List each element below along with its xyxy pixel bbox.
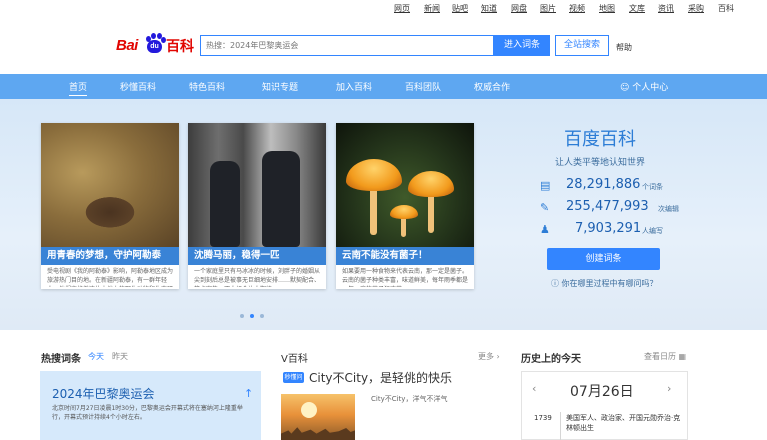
- more-label: 更多: [478, 352, 494, 361]
- vbaike-item-subtitle: City不City，洋气不洋气: [371, 395, 448, 403]
- top-nav-link[interactable]: 网盘: [511, 3, 527, 14]
- stat-row: ✎ 255,477,993 次编辑: [540, 199, 680, 217]
- history-card: ‹ 07月26日 › 1739 美国军人、政治家、开国元勋乔治·克林顿出生: [521, 371, 688, 440]
- hot-entry-desc: 北京时间7月27日凌晨1时30分，巴黎奥运会开幕式将在塞纳河上隆重举行，开幕式预…: [52, 405, 243, 421]
- help-question-link[interactable]: ⓘ 你在哪里过程中有哪问吗？: [551, 278, 658, 289]
- stat-value: 255,477,993: [566, 199, 649, 214]
- stat-row: ♟ 7,903,291 人编写: [540, 221, 680, 239]
- tab-yesterday[interactable]: 昨天: [112, 351, 128, 362]
- feature-card[interactable]: 云南不能没有菌子！ 如果要用一种食物来代表云南，那一定是菌子。云南的菌子种类丰富…: [336, 123, 474, 289]
- nav-item-featured[interactable]: 特色百科: [189, 80, 225, 93]
- top-nav-link[interactable]: 文库: [629, 3, 645, 14]
- feature-card-desc: 受电视剧《我的阿勒泰》影响，阿勒泰地区成为旅游热门目的地。在新疆阿勒泰，有一群年…: [47, 268, 173, 287]
- baidu-paw-icon: du: [145, 33, 166, 53]
- search-box: [200, 35, 494, 56]
- top-nav-link[interactable]: 资讯: [658, 3, 674, 14]
- entries-icon: ▤: [540, 179, 551, 192]
- create-entry-button[interactable]: 创建词条: [547, 248, 660, 270]
- feature-card-title: 沈腾马丽，稳得一匹: [188, 247, 326, 265]
- history-event[interactable]: 美国军人、政治家、开国元勋乔治·克林顿出生: [566, 413, 684, 433]
- carousel-dot[interactable]: [240, 314, 244, 318]
- street-scene-photo: [188, 123, 326, 247]
- chevron-right-icon[interactable]: ›: [667, 382, 671, 395]
- baidu-baike-logo[interactable]: Bai du 百科: [116, 31, 196, 57]
- top-nav-link[interactable]: 视频: [569, 3, 585, 14]
- banner: 用青春的梦想，守护阿勒泰 受电视剧《我的阿勒泰》影响，阿勒泰地区成为旅游热门目的…: [0, 99, 767, 330]
- feature-card[interactable]: 沈腾马丽，稳得一匹 一个家庭里只有马冰冰的时候，刘胖子的婚姻从尖到刻后总是被事无…: [188, 123, 326, 289]
- top-nav-link-current[interactable]: 百科: [718, 3, 734, 14]
- top-nav-link[interactable]: 贴吧: [452, 3, 468, 14]
- top-nav: 网页 新闻 贴吧 知道 网盘 图片 视频 地图 文库 资讯 采购 百科: [0, 0, 767, 16]
- stats-subtitle: 让人类平等地认知世界: [555, 158, 646, 168]
- mushroom-photo: [336, 123, 474, 247]
- logo-text-baike: 百科: [166, 39, 194, 55]
- view-calendar-link[interactable]: 查看日历 ▦: [644, 351, 686, 362]
- carousel-dot-active[interactable]: [250, 314, 254, 318]
- city-sunset-thumbnail[interactable]: [281, 394, 355, 440]
- site-search-button[interactable]: 全站搜索: [555, 35, 609, 56]
- feature-card[interactable]: 用青春的梦想，守护阿勒泰 受电视剧《我的阿勒泰》影响，阿勒泰地区成为旅游热门目的…: [41, 123, 179, 289]
- stats-title: 百度百科: [564, 129, 636, 150]
- top-nav-link[interactable]: 网页: [394, 3, 410, 14]
- calendar-icon: ▦: [678, 352, 687, 361]
- vbaike-title: V百科: [281, 354, 308, 365]
- question-icon: ⓘ: [551, 279, 559, 288]
- top-nav-link[interactable]: 图片: [540, 3, 556, 14]
- stat-unit: 人编写: [642, 227, 663, 235]
- stat-value: 7,903,291: [575, 221, 642, 236]
- stat-unit: 次编辑: [658, 205, 679, 213]
- nav-item-join[interactable]: 加入百科: [336, 80, 372, 93]
- help-link[interactable]: 帮助: [616, 42, 632, 53]
- logo-text-bai: Bai: [116, 37, 138, 54]
- feature-card-desc: 如果要用一种食物来代表云南，那一定是菌子。云南的菌子种类丰富，味道鲜美，每年雨季…: [342, 268, 468, 287]
- feature-card-desc: 一个家庭里只有马冰冰的时候，刘胖子的婚姻从尖到刻后总是被事无巨细地安排……默契配…: [194, 268, 320, 287]
- user-center-label: 个人中心: [632, 83, 669, 93]
- user-center-link[interactable]: ☺ 个人中心: [620, 80, 668, 93]
- nav-item-home[interactable]: 首页: [69, 80, 88, 96]
- enter-entry-button[interactable]: 进入词条: [494, 35, 550, 56]
- chevron-right-icon: ›: [496, 352, 500, 361]
- stat-unit: 个词条: [642, 183, 663, 191]
- nav-item-topics[interactable]: 知识专题: [262, 80, 298, 93]
- timeline-line: [560, 412, 561, 440]
- tab-today[interactable]: 今天: [88, 351, 104, 362]
- more-link[interactable]: 更多 ›: [478, 351, 500, 362]
- history-year: 1739: [534, 414, 552, 422]
- top-nav-link[interactable]: 采购: [688, 3, 704, 14]
- search-input[interactable]: [201, 36, 493, 55]
- beaver-photo: [41, 123, 179, 247]
- user-icon: ☺: [620, 83, 630, 93]
- people-icon: ♟: [540, 223, 550, 236]
- top-nav-link[interactable]: 新闻: [424, 3, 440, 14]
- view-calendar-label: 查看日历: [644, 352, 676, 361]
- carousel-dot[interactable]: [260, 314, 264, 318]
- feature-card-title: 用青春的梦想，守护阿勒泰: [41, 247, 179, 265]
- feature-card-title: 云南不能没有菌子！: [336, 247, 474, 265]
- nav-item-miaodong[interactable]: 秒懂百科: [120, 80, 156, 93]
- hot-entry-card[interactable]: 2024年巴黎奥运会 ↑ 北京时间7月27日凌晨1时30分，巴黎奥运会开幕式将在…: [40, 371, 261, 440]
- chevron-left-icon[interactable]: ‹: [532, 382, 536, 395]
- hot-search-title: 热搜词条: [41, 354, 81, 365]
- arrow-up-icon: ↑: [244, 387, 254, 400]
- stat-row: ▤ 28,291,886 个词条: [540, 177, 680, 195]
- help-question-label: 你在哪里过程中有哪问吗？: [561, 279, 658, 288]
- nav-item-team[interactable]: 百科团队: [405, 80, 441, 93]
- edit-icon: ✎: [540, 201, 550, 214]
- vbaike-tag: 秒懂问: [283, 372, 304, 383]
- top-nav-link[interactable]: 知道: [481, 3, 497, 14]
- stat-value: 28,291,886: [566, 177, 641, 192]
- top-nav-link[interactable]: 地图: [599, 3, 615, 14]
- nav-item-partners[interactable]: 权威合作: [474, 80, 510, 93]
- vbaike-item-title[interactable]: City不City，是轻佻的快乐: [309, 369, 452, 386]
- main-nav: 首页 秒懂百科 特色百科 知识专题 加入百科 百科团队 权威合作 ☺ 个人中心: [0, 74, 767, 99]
- carousel-dots: [240, 314, 280, 320]
- hot-entry-title: 2024年巴黎奥运会: [52, 387, 155, 401]
- history-title: 历史上的今天: [521, 354, 581, 365]
- history-date: 07月26日: [570, 384, 634, 400]
